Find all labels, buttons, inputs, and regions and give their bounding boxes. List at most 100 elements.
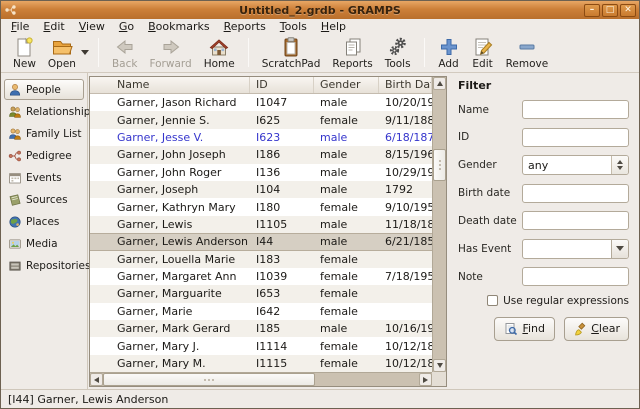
maximize-button[interactable]: □ xyxy=(602,4,618,17)
scroll-up-button[interactable] xyxy=(433,77,446,90)
new-button[interactable]: New xyxy=(7,35,42,70)
forward-button[interactable]: Forward xyxy=(143,35,197,70)
minimize-button[interactable]: – xyxy=(584,4,600,17)
cell-name: Garner, John Joseph xyxy=(90,148,250,161)
sidebar-item-repositories[interactable]: Repositories xyxy=(4,255,84,276)
sidebar-item-relationships[interactable]: Relationships xyxy=(4,101,84,122)
find-button[interactable]: Find xyxy=(494,317,555,341)
horizontal-scroll-thumb[interactable] xyxy=(103,373,315,386)
scroll-left-button[interactable] xyxy=(90,373,103,386)
sidebar-item-places[interactable]: Places xyxy=(4,211,84,232)
sidebar-item-family-list[interactable]: Family List xyxy=(4,123,84,144)
menu-go[interactable]: Go xyxy=(112,19,141,34)
table-row[interactable]: Garner, JosephI104male1792 xyxy=(90,181,432,198)
open-dropdown-button[interactable] xyxy=(80,38,91,68)
open-button[interactable]: Open xyxy=(42,35,82,70)
clear-broom-icon xyxy=(573,322,587,336)
table-row[interactable]: Garner, Louella MarieI183female xyxy=(90,251,432,268)
has-event-combobox[interactable] xyxy=(522,239,629,259)
table-row[interactable]: Garner, Jesse V.I623male6/18/1876 xyxy=(90,129,432,146)
table-row[interactable]: Garner, Kathryn MaryI180female9/10/1952 xyxy=(90,198,432,215)
table-row[interactable]: Garner, Margaret AnnI1039female7/18/1951 xyxy=(90,268,432,285)
note-input[interactable] xyxy=(522,267,629,286)
toolbar-button-label: Edit xyxy=(472,58,492,70)
cell-id: I1039 xyxy=(250,270,314,283)
sidebar-item-events[interactable]: Events xyxy=(4,167,84,188)
scroll-down-button[interactable] xyxy=(433,359,446,372)
vertical-scrollbar[interactable] xyxy=(432,77,446,372)
sidebar-item-people[interactable]: People xyxy=(4,79,84,100)
cell-birth_date: 8/15/1961 xyxy=(379,148,432,161)
menu-file[interactable]: File xyxy=(4,19,36,34)
table-row[interactable]: Garner, Jennie S.I625female9/11/1880 xyxy=(90,111,432,128)
table-row[interactable]: Garner, Lewis AndersonI44male6/21/1855 xyxy=(90,233,432,250)
menu-tools[interactable]: Tools xyxy=(273,19,314,34)
column-header-name[interactable]: Name xyxy=(90,77,250,93)
table-row[interactable]: Garner, LewisI1105male11/18/1823 xyxy=(90,216,432,233)
menu-help[interactable]: Help xyxy=(314,19,353,34)
spinner-arrows-icon[interactable] xyxy=(611,156,628,174)
vertical-scroll-thumb[interactable] xyxy=(433,149,446,181)
cell-name: Garner, Margaret Ann xyxy=(90,270,250,283)
cell-id: I625 xyxy=(250,114,314,127)
column-header-birth-date[interactable]: Birth Date xyxy=(379,77,432,93)
cell-id: I104 xyxy=(250,183,314,196)
column-header-id[interactable]: ID xyxy=(250,77,314,93)
table-row[interactable]: Garner, John RogerI136male10/29/1925 xyxy=(90,164,432,181)
use-regex-label: Use regular expressions xyxy=(503,295,629,307)
clear-button[interactable]: Clear xyxy=(564,317,629,341)
home-button[interactable]: Home xyxy=(198,35,241,70)
sidebar-item-label: People xyxy=(26,84,61,96)
menu-view[interactable]: View xyxy=(72,19,112,34)
scroll-right-button[interactable] xyxy=(419,373,432,386)
edit-button[interactable]: Edit xyxy=(466,35,500,70)
table-row[interactable]: Garner, John JosephI186male8/15/1961 xyxy=(90,146,432,163)
cell-gender: male xyxy=(314,166,379,179)
column-header-gender[interactable]: Gender xyxy=(314,77,379,93)
menu-edit[interactable]: Edit xyxy=(36,19,71,34)
table-row[interactable]: Garner, MarieI642female xyxy=(90,303,432,320)
toolbar-button-label: ScratchPad xyxy=(262,58,321,70)
remove-button[interactable]: Remove xyxy=(500,35,555,70)
table-row[interactable]: Garner, Mary M.I1115female10/12/1851 xyxy=(90,355,432,372)
cell-birth_date: 10/16/1962 xyxy=(379,322,432,335)
id-input[interactable] xyxy=(522,128,629,147)
table-row[interactable]: Garner, Jason RichardI1047male10/20/1975 xyxy=(90,94,432,111)
combobox-value: any xyxy=(528,159,548,172)
menu-bookmarks[interactable]: Bookmarks xyxy=(141,19,216,34)
cell-birth_date: 10/12/1851 xyxy=(379,340,432,353)
menu-reports[interactable]: Reports xyxy=(217,19,273,34)
toolbar-button-label: Add xyxy=(438,58,458,70)
cell-name: Garner, Joseph xyxy=(90,183,250,196)
close-button[interactable]: ✕ xyxy=(620,4,636,17)
table-row[interactable]: Garner, Mary J.I1114female10/12/1851 xyxy=(90,337,432,354)
dropdown-arrow-icon[interactable] xyxy=(611,240,628,258)
horizontal-scrollbar[interactable] xyxy=(90,372,432,386)
back-button[interactable]: Back xyxy=(106,35,144,70)
birth-date-input[interactable] xyxy=(522,184,629,203)
tools-button[interactable]: Tools xyxy=(379,35,417,70)
sidebar-item-pedigree[interactable]: Pedigree xyxy=(4,145,84,166)
back-arrow-icon xyxy=(114,36,136,58)
reports-button[interactable]: Reports xyxy=(326,35,378,70)
use-regex-checkbox[interactable] xyxy=(487,295,498,306)
cell-birth_date: 6/18/1876 xyxy=(379,131,432,144)
toolbar-button-label: Tools xyxy=(385,58,411,70)
sidebar-item-sources[interactable]: Sources xyxy=(4,189,84,210)
name-input[interactable] xyxy=(522,100,629,119)
death-date-input[interactable] xyxy=(522,211,629,230)
thumb-grip xyxy=(104,374,314,385)
add-button[interactable]: Add xyxy=(432,35,466,70)
cell-gender: female xyxy=(314,253,379,266)
add-plus-icon xyxy=(438,36,460,58)
table-row[interactable]: Garner, MarguariteI653female xyxy=(90,285,432,302)
table-row[interactable]: Garner, Mark GerardI185male10/16/1962 xyxy=(90,320,432,337)
sidebar-item-media[interactable]: Media xyxy=(4,233,84,254)
cell-birth_date: 7/18/1951 xyxy=(379,270,432,283)
up-arrow-icon xyxy=(437,81,443,86)
cell-gender: male xyxy=(314,218,379,231)
sidebar-item-label: Sources xyxy=(26,194,68,206)
scratchpad-button[interactable]: ScratchPad xyxy=(256,35,327,70)
gender-combobox[interactable]: any xyxy=(522,155,629,175)
edit-pencil-icon xyxy=(472,36,494,58)
